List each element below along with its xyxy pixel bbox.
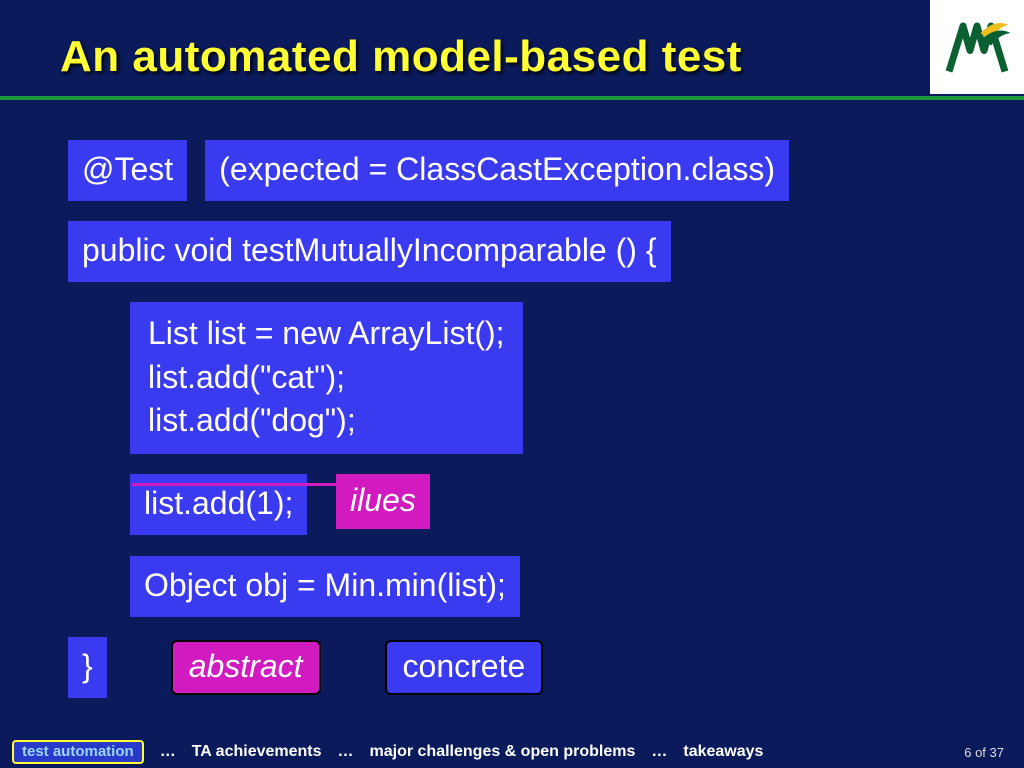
footer-item: takeaways xyxy=(683,743,763,761)
pink-underline-decoration xyxy=(132,483,412,486)
code-line: list.add("dog"); xyxy=(148,402,356,438)
page-number: 6 of 37 xyxy=(964,745,1012,760)
annotation-expected: (expected = ClassCastException.class) xyxy=(205,140,789,201)
footer-item: major challenges & open problems xyxy=(370,743,636,761)
legend-concrete: concrete xyxy=(385,640,544,695)
footer-separator: … xyxy=(651,743,667,761)
code-line: List list = new ArrayList(); xyxy=(148,315,505,351)
slide-header: An automated model-based test xyxy=(0,0,1024,100)
slide-title: An automated model-based test xyxy=(0,0,1024,82)
call-min: Object obj = Min.min(list); xyxy=(130,556,520,617)
annotation-test: @Test xyxy=(68,140,187,201)
footer-item: TA achievements xyxy=(192,743,322,761)
university-logo xyxy=(930,0,1024,94)
slide-footer: test automation … TA achievements … majo… xyxy=(0,736,1024,768)
list-setup-block: List list = new ArrayList(); list.add("c… xyxy=(130,302,523,454)
code-row-annotation: @Test (expected = ClassCastException.cla… xyxy=(68,140,1024,201)
code-row-list-setup: List list = new ArrayList(); list.add("c… xyxy=(130,302,1024,454)
method-signature: public void testMutuallyIncomparable () … xyxy=(68,221,671,282)
footer-current-section: test automation xyxy=(12,740,144,764)
close-brace: } xyxy=(68,637,107,698)
legend-abstract: abstract xyxy=(171,640,321,695)
footer-separator: … xyxy=(160,743,176,761)
slide-content: @Test (expected = ClassCastException.cla… xyxy=(0,140,1024,698)
code-line: list.add("cat"); xyxy=(148,359,345,395)
code-row-signature: public void testMutuallyIncomparable () … xyxy=(68,221,1024,282)
footer-separator: … xyxy=(338,743,354,761)
gmu-logo-icon xyxy=(942,12,1012,82)
code-row-call-min: Object obj = Min.min(list); xyxy=(130,556,1024,617)
code-row-close-and-legend: } abstract concrete xyxy=(68,637,1024,698)
